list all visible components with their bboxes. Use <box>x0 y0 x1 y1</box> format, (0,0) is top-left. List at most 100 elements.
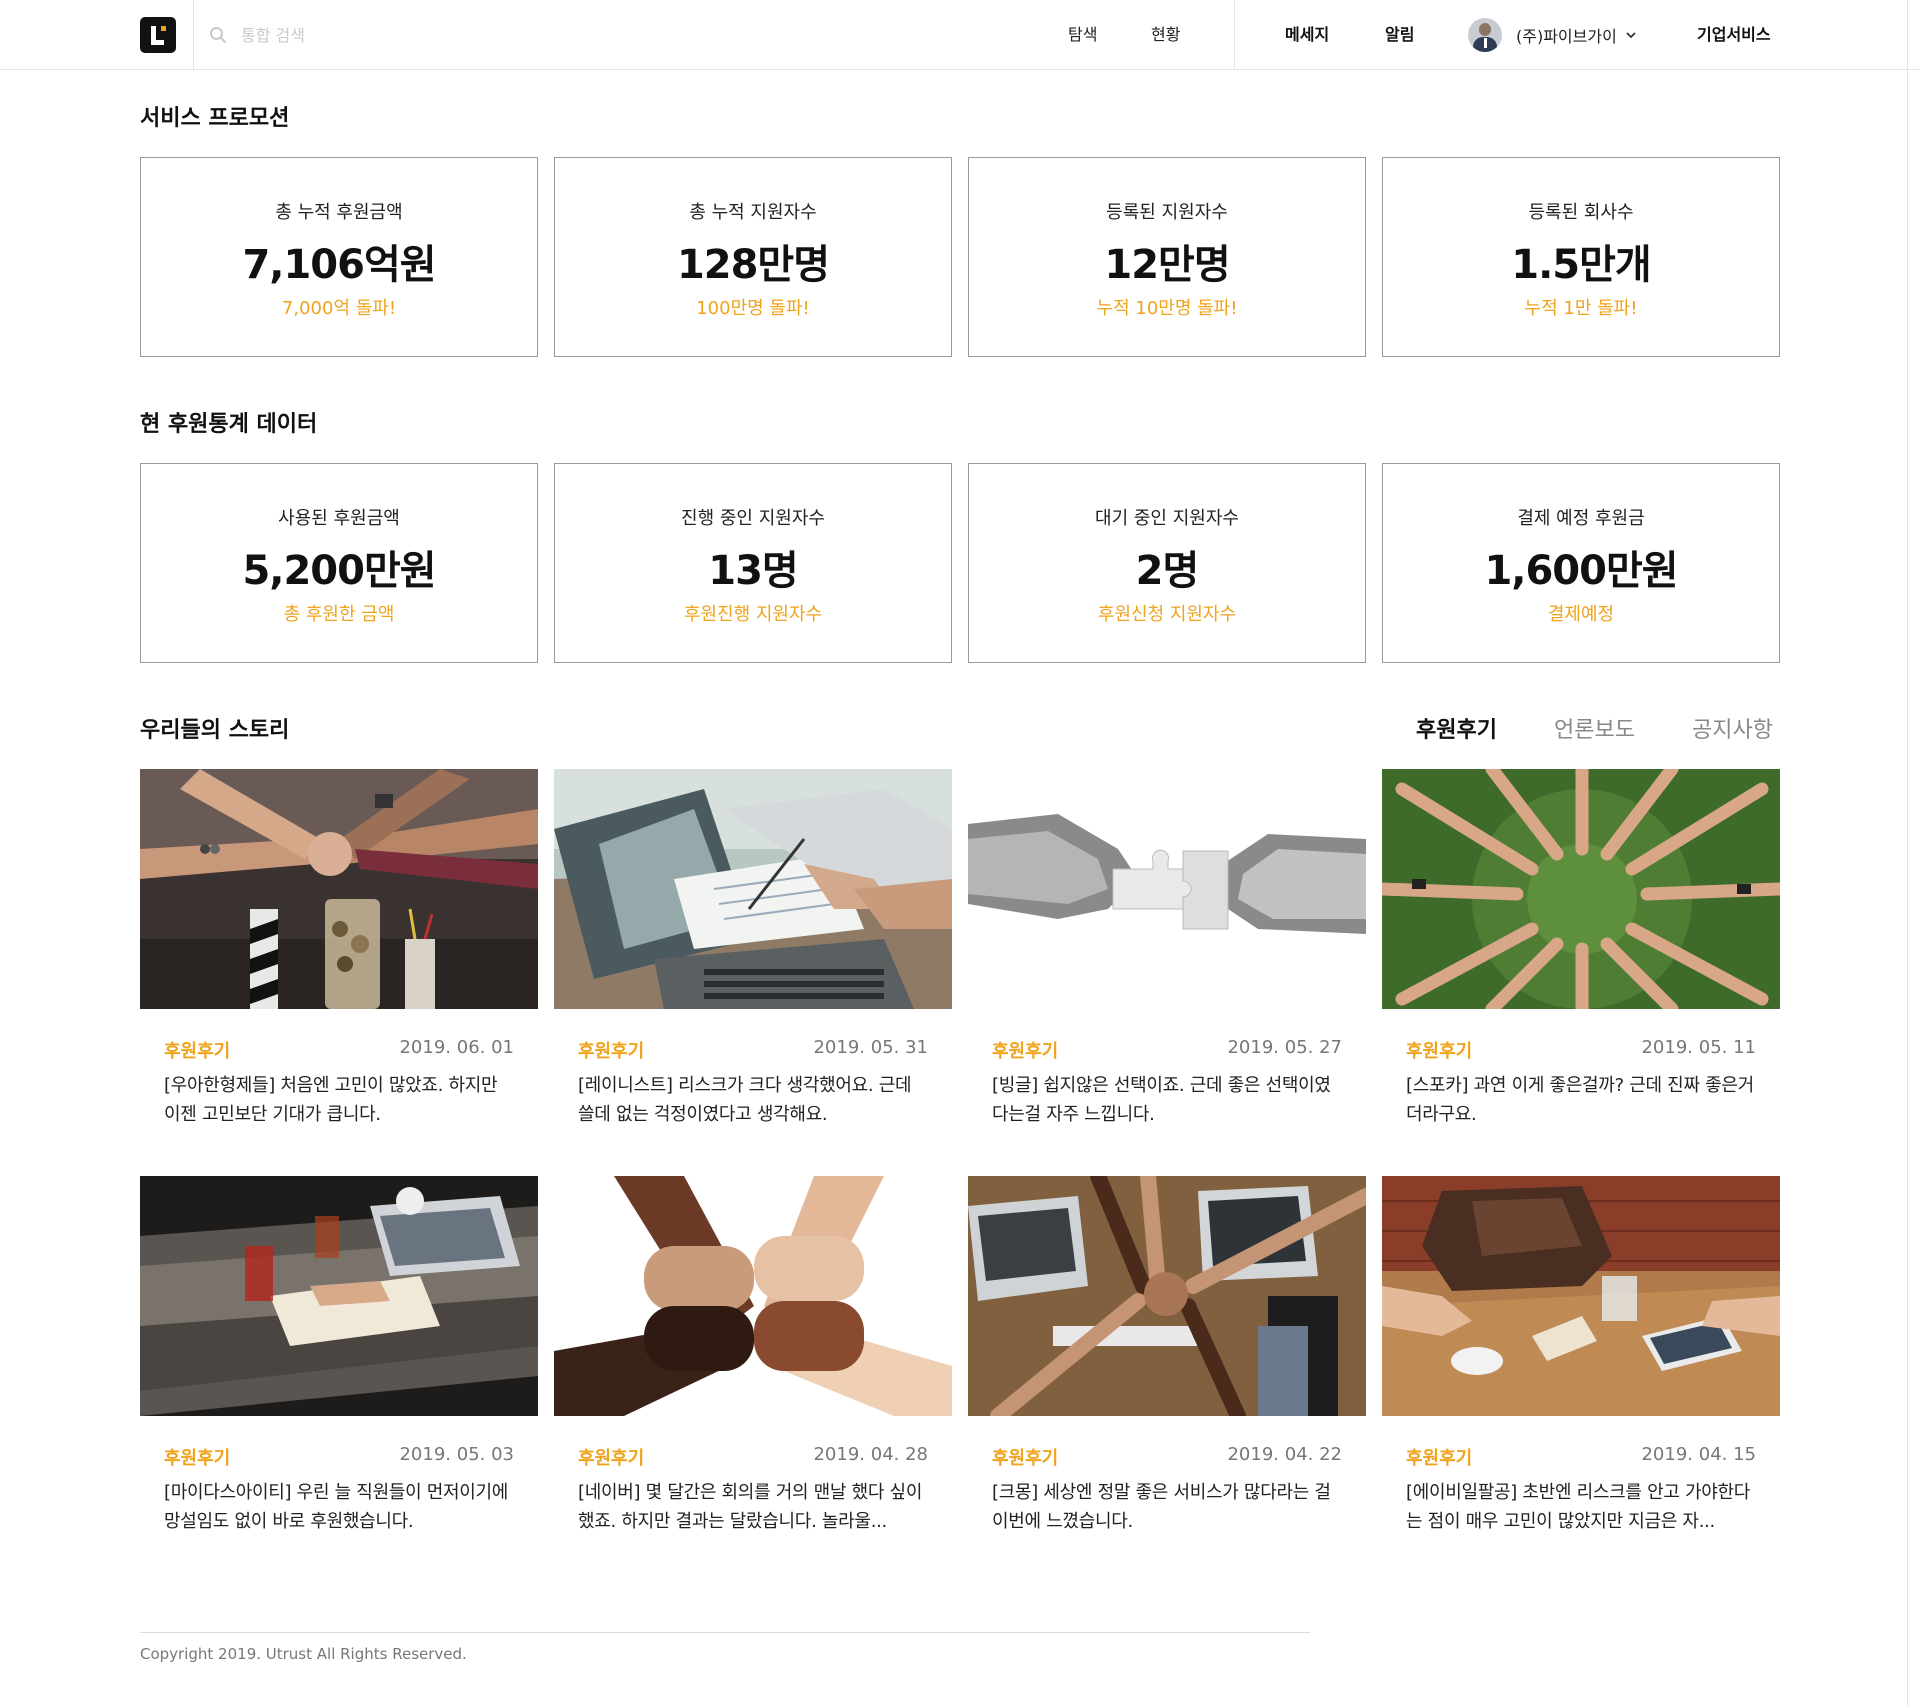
story-card[interactable]: 후원후기 2019. 04. 28 [네이버] 몇 달간은 회의를 거의 맨날 … <box>554 1176 952 1532</box>
story-card[interactable]: 후원후기 2019. 05. 31 [레이니스트] 리스크가 크다 생각했어요.… <box>554 769 952 1125</box>
card-label: 결제 예정 후원금 <box>1517 508 1645 529</box>
story-text: [빙글] 쉽지않은 선택이죠. 근데 좋은 선택이였다는걸 자주 느낍니다. <box>992 1075 1331 1125</box>
story-tag: 후원후기 <box>1406 1041 1473 1062</box>
card-label: 사용된 후원금액 <box>278 508 400 529</box>
story-meta: 후원후기 2019. 04. 28 <box>578 1444 928 1469</box>
card-value: 128만명 <box>676 242 830 288</box>
story-card[interactable]: 후원후기 2019. 04. 15 [에이비일팔공] 초반엔 리스크를 안고 가… <box>1382 1176 1780 1532</box>
story-date: 2019. 04. 15 <box>1641 1444 1756 1465</box>
story-card[interactable]: 후원후기 2019. 06. 01 [우아한형제들] 처음엔 고민이 많았죠. … <box>140 769 538 1125</box>
story-date: 2019. 05. 27 <box>1227 1037 1342 1058</box>
story-text: [마이다스아이티] 우린 늘 직원들이 먼저이기에 망설임도 없이 바로 후원했… <box>164 1482 509 1532</box>
search-bar <box>209 22 541 48</box>
company-name: (주)파이브가이 <box>1516 27 1617 46</box>
card-sub: 후원진행 지원자수 <box>683 604 823 625</box>
story-meta: 후원후기 2019. 05. 03 <box>164 1444 514 1469</box>
promo-card: 등록된 회사수 1.5만개 누적 1만 돌파! <box>1382 157 1780 357</box>
card-label: 총 누적 지원자수 <box>689 202 817 223</box>
story-text: [레이니스트] 리스크가 크다 생각했어요. 근데 쓸데 없는 걱정이였다고 생… <box>578 1075 912 1125</box>
story-tag: 후원후기 <box>578 1448 645 1469</box>
page-edge <box>1907 0 1908 1707</box>
story-tag: 후원후기 <box>992 1041 1059 1062</box>
story-meta: 후원후기 2019. 05. 27 <box>992 1037 1342 1062</box>
search-icon <box>210 27 226 43</box>
story-image <box>140 769 538 1009</box>
stats-title: 현 후원통계 데이터 <box>140 412 318 437</box>
user-menu[interactable]: (주)파이브가이 <box>1468 18 1637 52</box>
promo-card: 총 누적 지원자수 128만명 100만명 돌파! <box>554 157 952 357</box>
card-sub: 7,000억 돌파! <box>281 298 397 319</box>
story-meta: 후원후기 2019. 04. 15 <box>1406 1444 1756 1469</box>
story-card[interactable]: 후원후기 2019. 05. 03 [마이다스아이티] 우린 늘 직원들이 먼저… <box>140 1176 538 1532</box>
header-divider <box>193 0 194 70</box>
story-text: [크몽] 세상엔 정말 좋은 서비스가 많다라는 걸 이번에 느꼈습니다. <box>992 1482 1331 1532</box>
nav-status[interactable]: 현황 <box>1151 24 1180 46</box>
story-image <box>1382 769 1780 1009</box>
story-meta: 후원후기 2019. 05. 11 <box>1406 1037 1756 1062</box>
story-date: 2019. 05. 31 <box>813 1037 928 1058</box>
card-sub: 누적 1만 돌파! <box>1524 298 1638 319</box>
card-value: 1.5만개 <box>1511 242 1651 288</box>
stats-card: 진행 중인 지원자수 13명 후원진행 지원자수 <box>554 463 952 663</box>
story-date: 2019. 06. 01 <box>399 1037 514 1058</box>
card-sub: 총 후원한 금액 <box>283 604 395 625</box>
nav-alerts[interactable]: 알림 <box>1385 24 1414 46</box>
card-value: 13명 <box>708 548 798 594</box>
story-date: 2019. 05. 11 <box>1641 1037 1756 1058</box>
tab-press[interactable]: 언론보도 <box>1554 716 1635 746</box>
story-tag: 후원후기 <box>1406 1448 1473 1469</box>
stats-card: 사용된 후원금액 5,200만원 총 후원한 금액 <box>140 463 538 663</box>
story-image <box>554 769 952 1009</box>
card-value: 7,106억원 <box>242 242 436 288</box>
promo-card: 총 누적 후원금액 7,106억원 7,000억 돌파! <box>140 157 538 357</box>
story-meta: 후원후기 2019. 06. 01 <box>164 1037 514 1062</box>
copyright: Copyright 2019. Utrust All Rights Reserv… <box>140 1645 467 1663</box>
story-date: 2019. 05. 03 <box>399 1444 514 1465</box>
tab-notices[interactable]: 공지사항 <box>1692 716 1773 746</box>
card-label: 등록된 지원자수 <box>1106 202 1228 223</box>
story-tag: 후원후기 <box>164 1448 231 1469</box>
story-text: [우아한형제들] 처음엔 고민이 많았죠. 하지만 이젠 고민보단 기대가 큽니… <box>164 1075 498 1125</box>
top-header: 탐색 현황 메세지 알림 (주)파이브가이 기업서비스 <box>0 0 1920 70</box>
card-label: 진행 중인 지원자수 <box>681 508 825 529</box>
story-image <box>1382 1176 1780 1416</box>
stats-card: 결제 예정 후원금 1,600만원 결제예정 <box>1382 463 1780 663</box>
nav-enterprise[interactable]: 기업서비스 <box>1697 24 1771 46</box>
card-sub: 결제예정 <box>1547 604 1615 625</box>
card-label: 등록된 회사수 <box>1528 202 1634 223</box>
logo[interactable] <box>140 17 176 53</box>
story-card[interactable]: 후원후기 2019. 05. 11 [스포카] 과연 이게 좋은걸까? 근데 진… <box>1382 769 1780 1125</box>
story-tag: 후원후기 <box>164 1041 231 1062</box>
tab-reviews[interactable]: 후원후기 <box>1416 716 1497 746</box>
footer-divider <box>140 1632 1310 1633</box>
story-card[interactable]: 후원후기 2019. 05. 27 [빙글] 쉽지않은 선택이죠. 근데 좋은 … <box>968 769 1366 1125</box>
card-sub: 누적 10만명 돌파! <box>1096 298 1238 319</box>
nav-messages[interactable]: 메세지 <box>1285 24 1329 46</box>
stories-title: 우리들의 스토리 <box>140 718 290 743</box>
promo-title: 서비스 프로모션 <box>140 106 290 131</box>
story-meta: 후원후기 2019. 05. 31 <box>578 1037 928 1062</box>
story-text: [네이버] 몇 달간은 회의를 거의 맨날 했다 싶이 했죠. 하지만 결과는 … <box>578 1482 923 1532</box>
nav-explore[interactable]: 탐색 <box>1068 24 1097 46</box>
chevron-down-icon <box>1626 32 1636 39</box>
card-label: 총 누적 후원금액 <box>275 202 403 223</box>
card-label: 대기 중인 지원자수 <box>1095 508 1239 529</box>
story-card[interactable]: 후원후기 2019. 04. 22 [크몽] 세상엔 정말 좋은 서비스가 많다… <box>968 1176 1366 1532</box>
story-text: [에이비일팔공] 초반엔 리스크를 안고 가야한다는 점이 매우 고민이 많았지… <box>1406 1482 1751 1532</box>
card-value: 5,200만원 <box>242 548 436 594</box>
story-image <box>968 1176 1366 1416</box>
card-sub: 100만명 돌파! <box>696 298 810 319</box>
avatar <box>1468 18 1502 52</box>
card-value: 1,600만원 <box>1484 548 1678 594</box>
card-value: 2명 <box>1135 548 1200 594</box>
story-text: [스포카] 과연 이게 좋은걸까? 근데 진짜 좋은거더라구요. <box>1406 1075 1754 1125</box>
card-sub: 후원신청 지원자수 <box>1097 604 1237 625</box>
search-input[interactable] <box>241 25 541 45</box>
story-tag: 후원후기 <box>992 1448 1059 1469</box>
card-value: 12만명 <box>1104 242 1230 288</box>
story-tag: 후원후기 <box>578 1041 645 1062</box>
header-divider <box>1234 0 1235 70</box>
story-image <box>554 1176 952 1416</box>
stats-card: 대기 중인 지원자수 2명 후원신청 지원자수 <box>968 463 1366 663</box>
story-date: 2019. 04. 22 <box>1227 1444 1342 1465</box>
